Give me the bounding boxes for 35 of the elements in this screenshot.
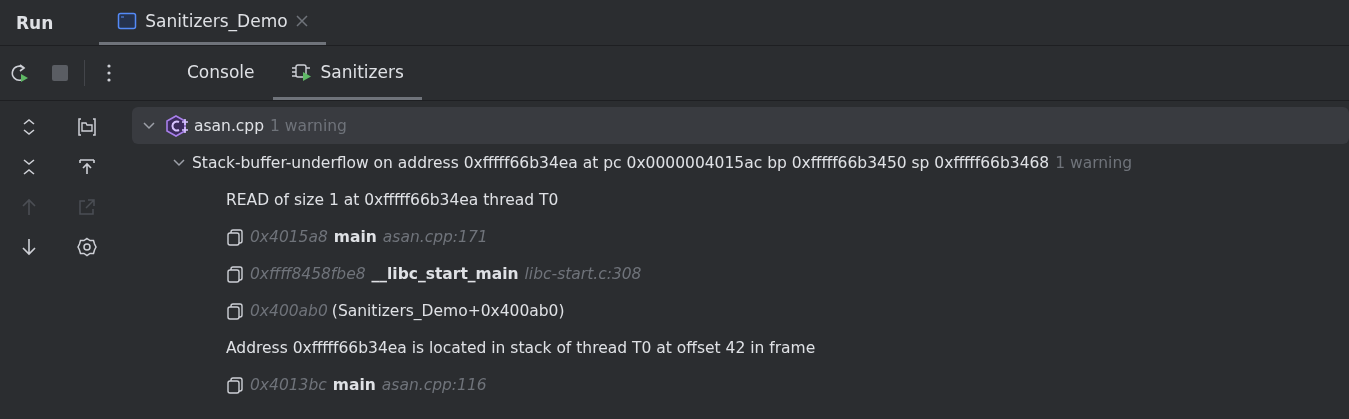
function-name: main <box>333 227 377 246</box>
down-arrow-icon[interactable] <box>19 237 39 257</box>
window-icon <box>117 12 138 30</box>
chevron-down-icon[interactable] <box>143 119 155 132</box>
warning-count: 1 warning <box>1055 153 1133 172</box>
frame-detail: (Sanitizers_Demo+0x400ab0) <box>331 301 565 320</box>
run-tab[interactable]: Sanitizers_Demo <box>99 0 326 45</box>
file-name: asan.cpp <box>194 116 265 135</box>
source-location: asan.cpp:171 <box>382 227 488 246</box>
source-location: libc-start.c:308 <box>524 264 642 283</box>
copy-icon[interactable] <box>226 264 244 283</box>
function-name: main <box>332 375 376 394</box>
panel-title: Run <box>15 11 55 35</box>
report-line: READ of size 1 at 0xfffff66b34ea thread T0 <box>226 190 559 209</box>
tool-tab[interactable]: Sanitizers <box>272 46 422 100</box>
frame-address: 0xffff8458fbe8 <box>250 264 366 283</box>
settings-icon[interactable] <box>77 237 97 257</box>
folder-icon[interactable] <box>77 117 97 137</box>
frame-address: 0x400ab0 <box>250 301 328 320</box>
copy-icon[interactable] <box>226 375 244 394</box>
frame-address: 0x4015a8 <box>250 227 328 246</box>
warning-count: 1 warning <box>270 116 347 135</box>
report-line: Address 0xfffff66b34ea is located in stack of thread T0 at offset 42 in frame <box>226 338 816 357</box>
copy-icon[interactable] <box>226 301 244 320</box>
error-message: Stack-buffer-underflow on address 0xfffff66b34ea at pc 0x0000004015ac bp 0xfffff66b3450 sp 0xfffff66b3468 <box>192 153 1050 172</box>
rerun-icon[interactable] <box>10 63 30 83</box>
tool-tab[interactable]: Console <box>169 46 273 100</box>
frame-address: 0x4013bc <box>250 375 327 394</box>
chevron-down-icon[interactable] <box>173 156 185 169</box>
function-name: __libc_start_main <box>371 264 519 283</box>
bug-chip-icon <box>290 61 313 82</box>
source-location: asan.cpp:116 <box>381 375 487 394</box>
copy-icon[interactable] <box>226 227 244 246</box>
close-icon[interactable] <box>295 15 308 27</box>
upload-icon[interactable] <box>77 157 97 177</box>
